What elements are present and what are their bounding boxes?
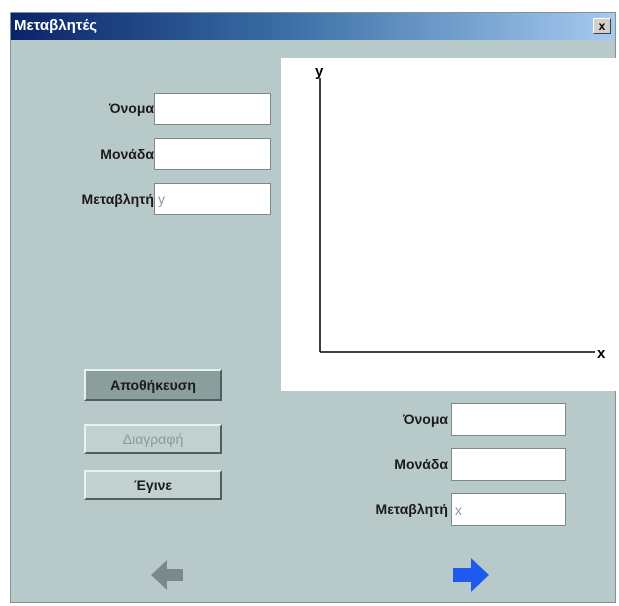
arrow-left-icon <box>151 560 183 590</box>
y-unit-input[interactable] <box>154 138 271 170</box>
window-title: Μεταβλητές <box>14 17 98 34</box>
axes-preview: y x <box>281 58 616 391</box>
back-button[interactable] <box>149 558 185 597</box>
forward-button[interactable] <box>451 556 491 599</box>
title-bar[interactable]: Μεταβλητές x <box>11 13 615 40</box>
arrow-right-icon <box>453 558 489 592</box>
y-name-label: Όνομα <box>108 100 154 116</box>
save-button[interactable]: Αποθήκευση <box>84 369 222 401</box>
delete-button[interactable]: Διαγραφή <box>84 424 222 454</box>
variables-window: Μεταβλητές x Όνομα Μονάδα Μεταβλητή y x … <box>10 12 616 603</box>
close-button[interactable]: x <box>593 18 611 34</box>
x-axis-label: x <box>597 345 606 362</box>
done-button[interactable]: Έγινε <box>84 470 222 500</box>
x-variable-label: Μεταβλητή <box>375 501 448 517</box>
x-name-label: Όνομα <box>402 411 448 427</box>
axes-svg: y x <box>315 63 606 362</box>
y-axis-label: y <box>315 63 324 80</box>
x-name-input[interactable] <box>451 403 566 436</box>
y-variable-label: Μεταβλητή <box>81 191 154 207</box>
x-unit-label: Μονάδα <box>394 456 448 472</box>
x-variable-input[interactable] <box>451 493 566 526</box>
x-unit-input[interactable] <box>451 448 566 481</box>
close-icon: x <box>598 19 606 33</box>
y-name-input[interactable] <box>154 93 271 125</box>
y-variable-input[interactable] <box>154 183 271 215</box>
y-unit-label: Μονάδα <box>100 146 154 162</box>
